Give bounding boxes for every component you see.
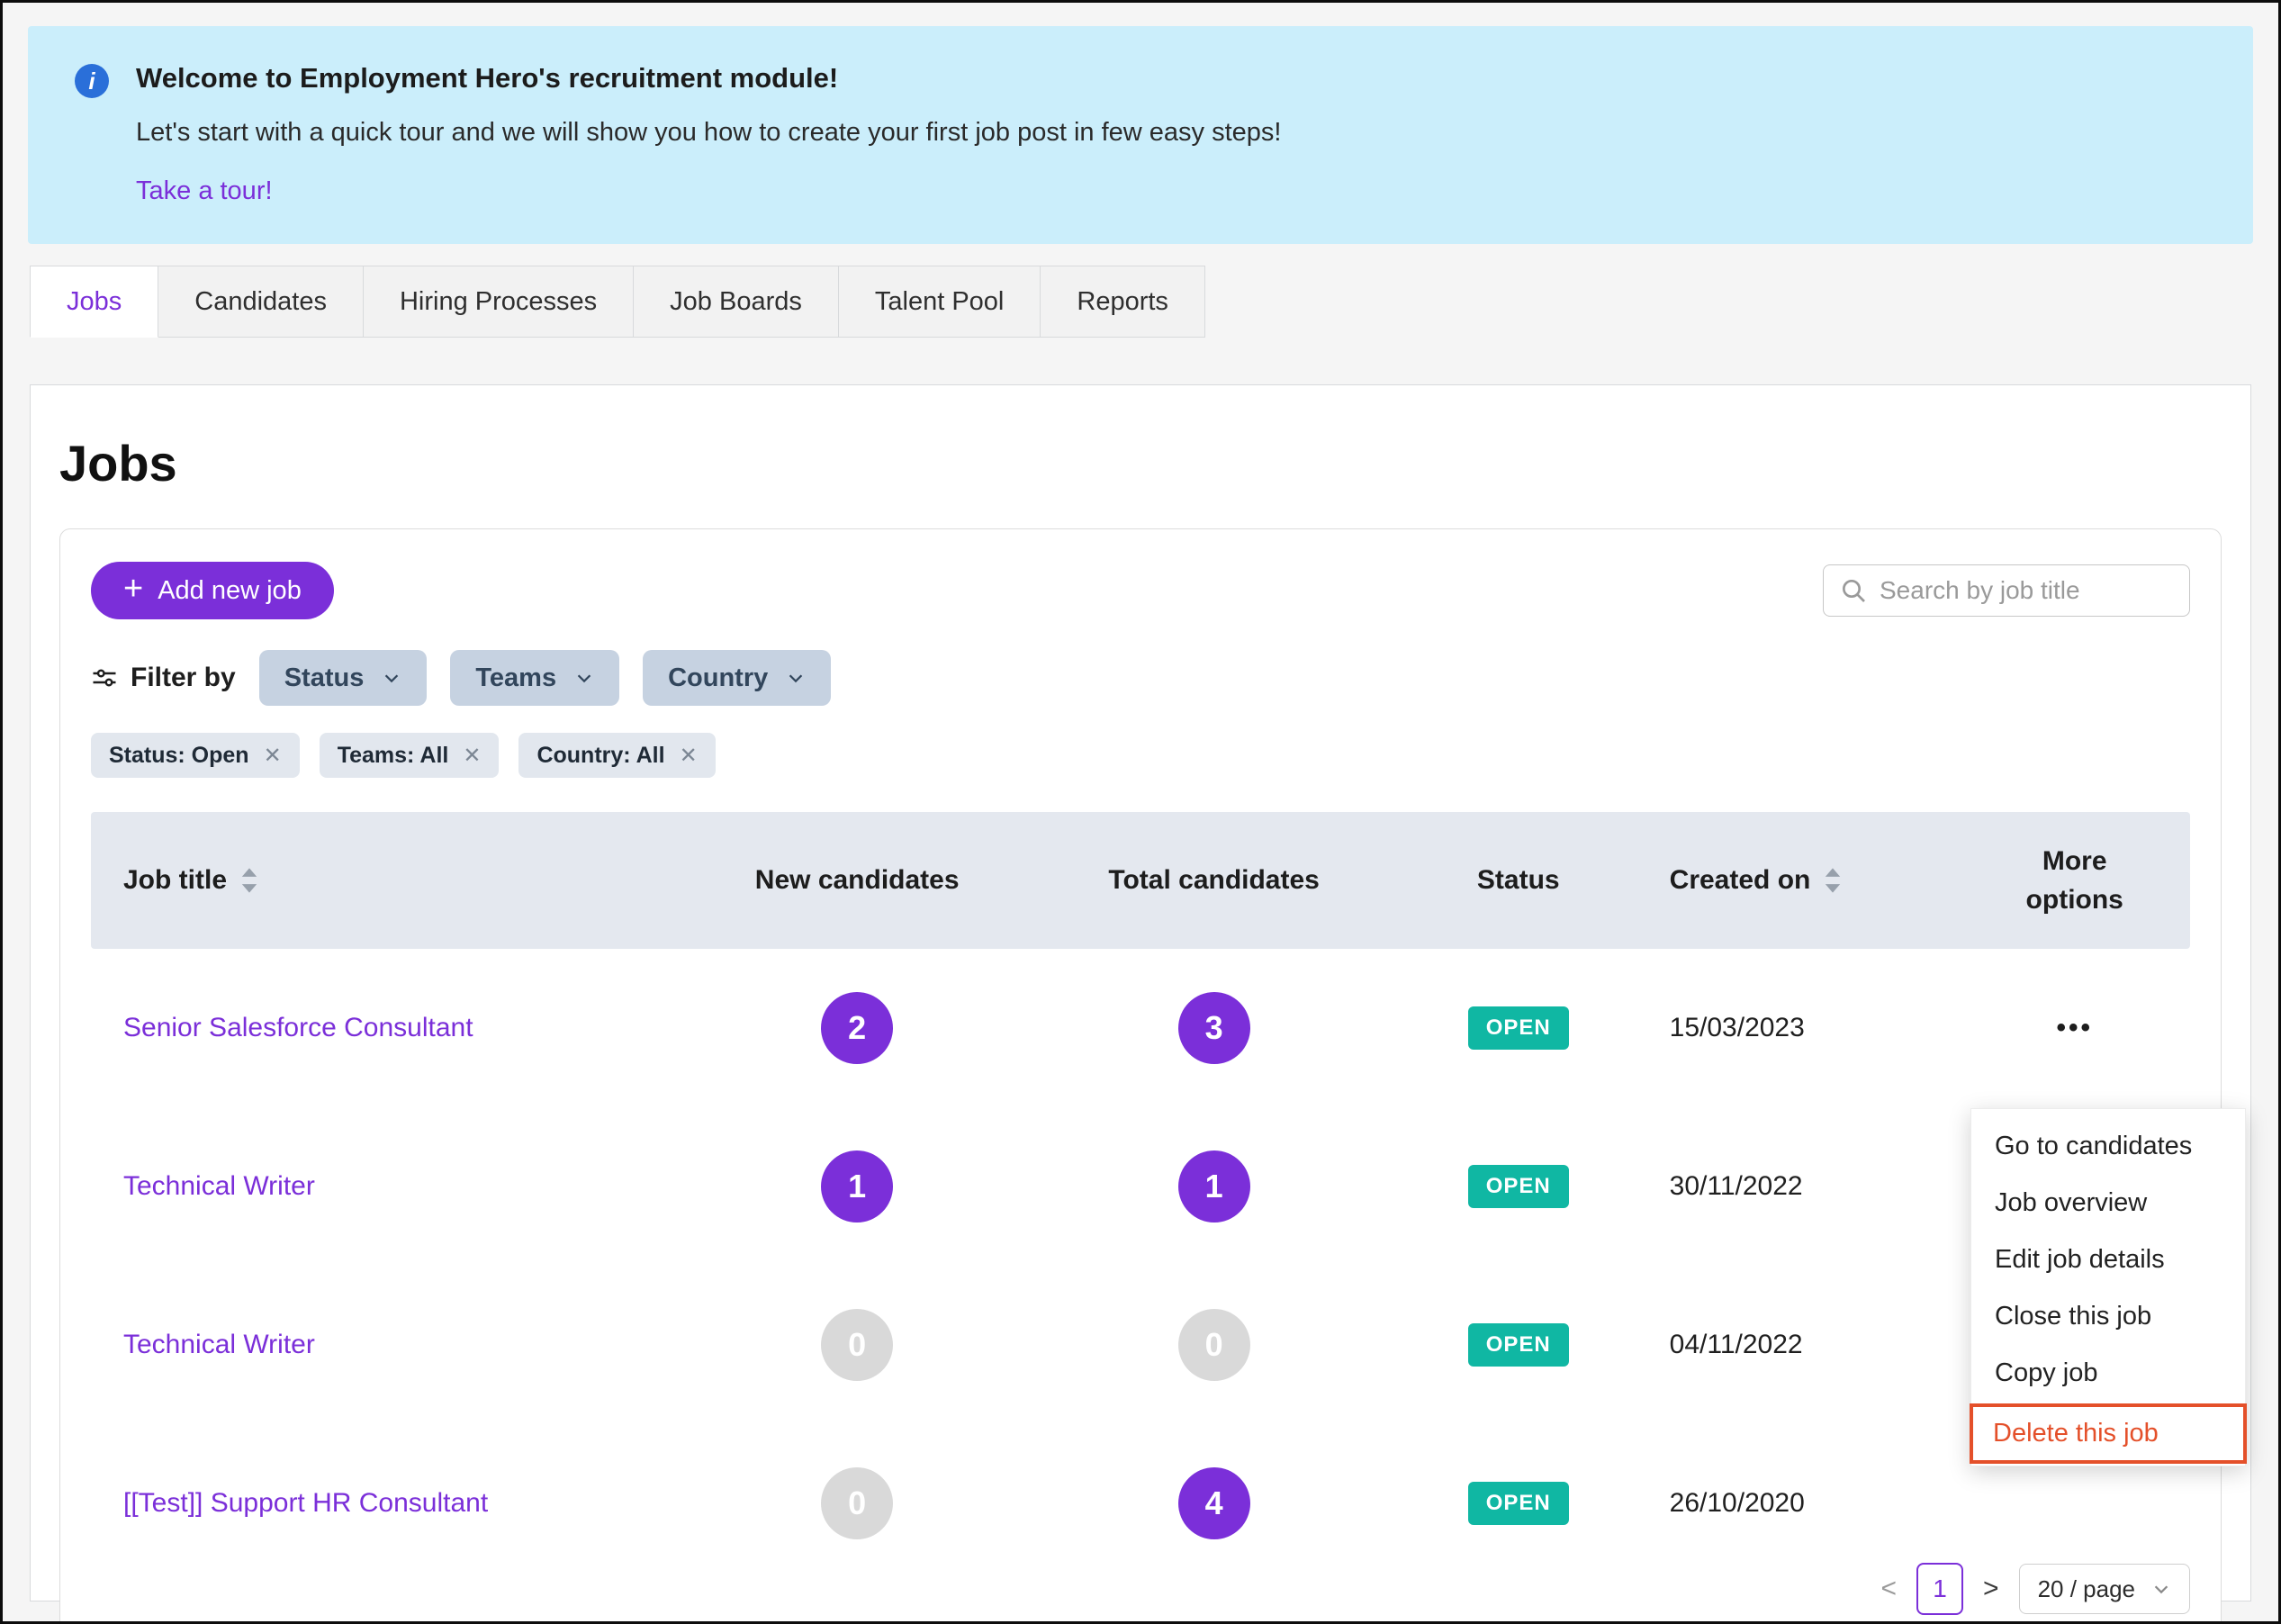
created-date: 30/11/2022: [1670, 1171, 1803, 1201]
jobs-card: + Add new job: [59, 528, 2222, 1624]
current-page-button[interactable]: 1: [1916, 1563, 1963, 1615]
sort-icon[interactable]: [239, 867, 259, 894]
sort-icon[interactable]: [1823, 867, 1843, 894]
new-candidates-count: 0: [821, 1467, 893, 1539]
banner-title: Welcome to Employment Hero's recruitment…: [136, 62, 1281, 95]
next-page-button[interactable]: >: [1983, 1574, 1999, 1604]
tab-talent-pool[interactable]: Talent Pool: [839, 266, 1041, 338]
remove-chip-icon[interactable]: ✕: [463, 743, 481, 769]
total-candidates-count: 0: [1178, 1309, 1250, 1381]
chip-teams-all: Teams: All ✕: [320, 733, 500, 778]
job-title-link[interactable]: Technical Writer: [123, 1171, 315, 1201]
filter-country-dropdown[interactable]: Country: [643, 650, 831, 706]
chevron-down-icon: [786, 668, 806, 688]
pagination: < 1 > 20 / page: [1881, 1563, 2191, 1615]
header-status: Status: [1477, 865, 1560, 896]
chevron-down-icon: [382, 668, 401, 688]
total-candidates-count: 1: [1178, 1150, 1250, 1223]
app-window: i Welcome to Employment Hero's recruitme…: [0, 0, 2281, 1624]
menu-item-edit-job-details[interactable]: Edit job details: [1971, 1232, 2245, 1288]
info-icon: i: [75, 64, 109, 98]
chip-status-open: Status: Open ✕: [91, 733, 300, 778]
banner-content: Welcome to Employment Hero's recruitment…: [136, 62, 1281, 206]
remove-chip-icon[interactable]: ✕: [264, 743, 282, 769]
table-row: [[Test]] Support HR Consultant 0 4 OPEN …: [91, 1424, 2190, 1583]
remove-chip-icon[interactable]: ✕: [680, 743, 698, 769]
status-badge: OPEN: [1468, 1165, 1569, 1208]
page-size-select[interactable]: 20 / page: [2019, 1564, 2190, 1614]
header-created-on: Created on: [1670, 865, 1811, 896]
welcome-banner: i Welcome to Employment Hero's recruitme…: [28, 26, 2253, 244]
more-options-button[interactable]: •••: [2056, 1015, 2093, 1042]
table-header: Job title New candidates Total candidate…: [91, 812, 2190, 949]
filter-status-dropdown[interactable]: Status: [259, 650, 428, 706]
header-total-candidates: Total candidates: [1108, 865, 1320, 896]
status-badge: OPEN: [1468, 1323, 1569, 1367]
tab-reports[interactable]: Reports: [1041, 266, 1205, 338]
created-date: 26/10/2020: [1670, 1488, 1805, 1518]
new-candidates-count: 1: [821, 1150, 893, 1223]
status-badge: OPEN: [1468, 1482, 1569, 1525]
chevron-down-icon: [2151, 1579, 2171, 1599]
created-date: 15/03/2023: [1670, 1013, 1805, 1042]
menu-item-go-to-candidates[interactable]: Go to candidates: [1971, 1118, 2245, 1175]
new-candidates-count: 0: [821, 1309, 893, 1381]
status-badge: OPEN: [1468, 1006, 1569, 1050]
tab-candidates[interactable]: Candidates: [158, 266, 364, 338]
menu-item-close-this-job[interactable]: Close this job: [1971, 1288, 2245, 1345]
search-box: [1823, 564, 2190, 617]
add-new-job-button[interactable]: + Add new job: [91, 562, 334, 619]
tab-job-boards[interactable]: Job Boards: [634, 266, 839, 338]
search-input[interactable]: [1823, 564, 2190, 617]
table-row: Senior Salesforce Consultant 2 3 OPEN 15…: [91, 949, 2190, 1107]
job-title-link[interactable]: Technical Writer: [123, 1330, 315, 1359]
more-options-menu: Go to candidates Job overview Edit job d…: [1970, 1108, 2246, 1466]
tab-bar: Jobs Candidates Hiring Processes Job Boa…: [30, 266, 2278, 338]
table-row: Technical Writer 0 0 OPEN 04/11/2022: [91, 1266, 2190, 1424]
menu-item-delete-this-job[interactable]: Delete this job: [1970, 1403, 2247, 1464]
total-candidates-count: 4: [1178, 1467, 1250, 1539]
job-title-link[interactable]: Senior Salesforce Consultant: [123, 1013, 473, 1042]
menu-item-job-overview[interactable]: Job overview: [1971, 1175, 2245, 1232]
header-new-candidates: New candidates: [755, 865, 960, 896]
prev-page-button[interactable]: <: [1881, 1574, 1898, 1604]
tab-hiring-processes[interactable]: Hiring Processes: [364, 266, 634, 338]
plus-icon: +: [123, 572, 143, 606]
filter-icon: [91, 664, 118, 691]
filter-by-label: Filter by: [91, 663, 236, 693]
job-title-link[interactable]: [[Test]] Support HR Consultant: [123, 1488, 488, 1518]
new-candidates-count: 2: [821, 992, 893, 1064]
take-a-tour-link[interactable]: Take a tour!: [136, 176, 273, 206]
chevron-down-icon: [574, 668, 594, 688]
jobs-panel: Jobs + Add new job: [30, 384, 2251, 1601]
filter-teams-dropdown[interactable]: Teams: [450, 650, 619, 706]
total-candidates-count: 3: [1178, 992, 1250, 1064]
search-icon: [1839, 576, 1868, 605]
banner-subtitle: Let's start with a quick tour and we wil…: [136, 118, 1281, 148]
add-new-job-label: Add new job: [158, 576, 302, 606]
menu-item-copy-job[interactable]: Copy job: [1971, 1345, 2245, 1402]
tab-jobs[interactable]: Jobs: [30, 266, 158, 338]
created-date: 04/11/2022: [1670, 1330, 1803, 1359]
chip-country-all: Country: All ✕: [518, 733, 715, 778]
table-row: Technical Writer 1 1 OPEN 30/11/2022 •••: [91, 1107, 2190, 1266]
page-title: Jobs: [59, 434, 2222, 492]
header-job-title: Job title: [123, 865, 227, 896]
header-more-options: More options: [2016, 842, 2133, 920]
